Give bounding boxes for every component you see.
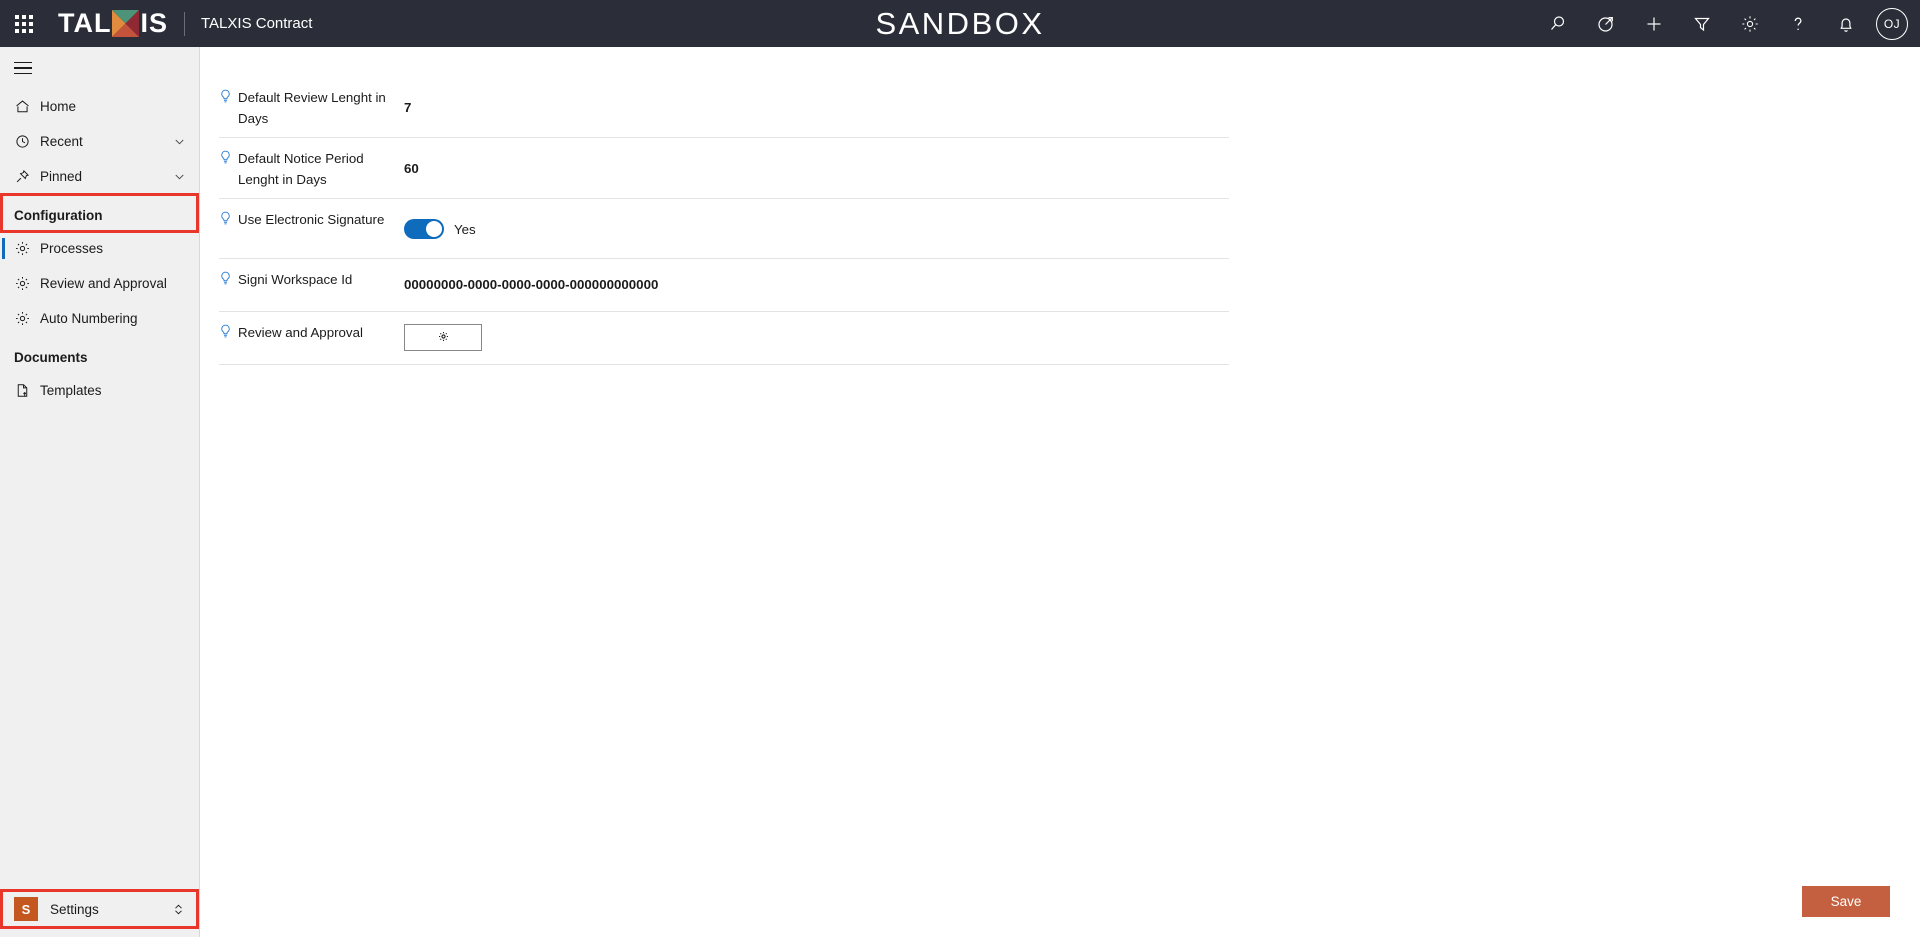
brand-divider <box>184 11 185 36</box>
avatar[interactable]: OJ <box>1876 7 1908 40</box>
form-row: Default Notice Period Lenght in Days 60 <box>219 138 1229 199</box>
form-label-group: Signi Workspace Id <box>219 268 404 291</box>
sidebar-item-label: Templates <box>40 383 102 398</box>
sidebar-footer: S Settings <box>0 889 200 929</box>
lightbulb-icon <box>219 148 232 170</box>
brand-part-1: TAL <box>58 8 112 38</box>
sidebar-item-templates[interactable]: Templates <box>0 373 199 408</box>
lightbulb-icon <box>219 269 232 291</box>
form-value: Yes <box>404 208 1229 250</box>
sidebar-item-pinned[interactable]: Pinned <box>0 159 199 194</box>
form-label: Review and Approval <box>238 325 363 340</box>
save-button[interactable]: Save <box>1802 886 1890 917</box>
form-row: Signi Workspace Id 00000000-0000-0000-00… <box>219 259 1229 312</box>
gear-icon <box>438 330 449 345</box>
form-label-group: Default Notice Period Lenght in Days <box>219 147 404 190</box>
form-label: Signi Workspace Id <box>238 272 353 287</box>
avatar-initials: OJ <box>1883 16 1901 31</box>
top-header-bar: TAL IS TALXIS Contract SANDBOX OJ <box>0 0 1920 47</box>
form-label: Default Notice Period Lenght in Days <box>238 151 364 187</box>
form-label-group: Review and Approval <box>219 321 404 344</box>
lightbulb-icon <box>219 87 232 109</box>
filter-icon[interactable] <box>1678 0 1726 47</box>
settings-label: Settings <box>50 901 99 917</box>
app-launcher-button[interactable] <box>0 0 48 47</box>
sidebar-item-home[interactable]: Home <box>0 89 199 124</box>
header-actions: OJ <box>1534 0 1920 47</box>
toggle-knob <box>426 221 442 237</box>
form-value[interactable]: 7 <box>404 86 1229 128</box>
form-label-group: Use Electronic Signature <box>219 208 404 231</box>
form-row: Use Electronic Signature Yes <box>219 199 1229 259</box>
app-name-label: TALXIS Contract <box>201 15 313 32</box>
sidebar: Home Recent Pinned Configuration Process… <box>0 47 200 937</box>
waffle-grid-icon <box>15 14 33 33</box>
form-row: Default Review Lenght in Days 7 <box>219 77 1229 138</box>
main-content: Default Review Lenght in Days 7 Default … <box>201 47 1920 937</box>
sidebar-item-label: Home <box>40 99 77 114</box>
plus-icon[interactable] <box>1630 0 1678 47</box>
sidebar-group-title-configuration: Configuration <box>14 208 103 223</box>
settings-form: Default Review Lenght in Days 7 Default … <box>219 77 1229 365</box>
review-and-approval-config-button[interactable] <box>404 324 482 351</box>
talxis-x-logo-icon <box>112 10 140 37</box>
gear-icon <box>14 309 36 329</box>
environment-title-text: SANDBOX <box>875 5 1045 41</box>
sidebar-item-label: Recent <box>40 134 83 149</box>
toggle-value-label: Yes <box>454 221 476 237</box>
lightbulb-icon <box>219 322 232 344</box>
gear-icon <box>14 274 36 294</box>
form-label: Use Electronic Signature <box>238 212 385 227</box>
form-value[interactable]: 00000000-0000-0000-0000-000000000000 <box>404 268 1229 301</box>
help-icon[interactable] <box>1774 0 1822 47</box>
sidebar-item-review-and-approval[interactable]: Review and Approval <box>0 266 199 301</box>
gear-icon[interactable] <box>1726 0 1774 47</box>
form-row: Review and Approval <box>219 312 1229 365</box>
lightbulb-icon <box>219 209 232 231</box>
form-label-group: Default Review Lenght in Days <box>219 86 404 129</box>
chevron-down-icon[interactable] <box>172 134 187 149</box>
sidebar-item-auto-numbering[interactable]: Auto Numbering <box>0 301 199 336</box>
home-icon <box>14 97 36 117</box>
clock-icon <box>14 132 36 152</box>
gear-icon <box>14 239 36 259</box>
sidebar-item-processes[interactable]: Processes <box>0 231 199 266</box>
sidebar-item-settings[interactable]: S Settings <box>0 889 200 929</box>
sidebar-item-label: Pinned <box>40 169 83 184</box>
pin-icon <box>14 167 36 187</box>
brand-logo[interactable]: TAL IS TALXIS Contract <box>58 0 312 47</box>
hamburger-menu-button[interactable] <box>0 47 199 89</box>
form-value[interactable]: 60 <box>404 147 1229 189</box>
sidebar-item-label: Review and Approval <box>40 276 167 291</box>
sidebar-item-label: Auto Numbering <box>40 311 138 326</box>
hamburger-icon <box>14 61 32 75</box>
bell-icon[interactable] <box>1822 0 1870 47</box>
use-electronic-signature-toggle[interactable] <box>404 219 444 239</box>
settings-area-badge: S <box>14 897 38 921</box>
search-icon[interactable] <box>1534 0 1582 47</box>
up-down-chevron-icon[interactable] <box>171 902 186 917</box>
toggle-group: Yes <box>404 219 476 239</box>
form-value <box>404 321 1229 354</box>
brand-part-2: IS <box>140 8 168 38</box>
diagnostics-icon[interactable] <box>1582 0 1630 47</box>
sidebar-item-label: Processes <box>40 241 104 256</box>
chevron-down-icon[interactable] <box>172 169 187 184</box>
brand-wordmark: TAL IS <box>58 10 168 37</box>
sidebar-group-title-documents: Documents <box>14 350 88 365</box>
sidebar-item-recent[interactable]: Recent <box>0 124 199 159</box>
document-icon <box>14 381 36 401</box>
form-label: Default Review Lenght in Days <box>238 90 386 126</box>
